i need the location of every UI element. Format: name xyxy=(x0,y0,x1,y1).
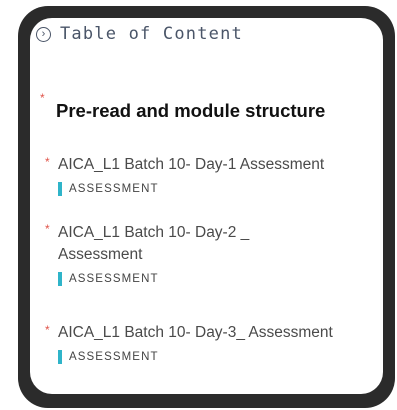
assessment-type-marker xyxy=(58,350,62,364)
required-mark: * xyxy=(45,222,50,236)
table-of-content-panel: › Table of Content * Pre-read and module… xyxy=(30,18,383,394)
module-item-title[interactable]: AICA_L1 Batch 10- Day-2 _ Assessment xyxy=(58,222,288,266)
module-item-type-label: ASSESSMENT xyxy=(69,273,159,285)
assessment-type-marker xyxy=(58,272,62,286)
toc-header: › Table of Content xyxy=(36,24,243,44)
module-item-type: ASSESSMENT xyxy=(58,350,378,364)
chevron-right-circle-icon[interactable]: › xyxy=(36,26,51,42)
module-item-day-1[interactable]: AICA_L1 Batch 10- Day-1 Assessment ASSES… xyxy=(58,154,378,196)
module-item-type: ASSESSMENT xyxy=(58,182,378,196)
module-item-type-label: ASSESSMENT xyxy=(69,351,159,363)
required-mark: * xyxy=(40,91,45,105)
module-item-day-2[interactable]: AICA_L1 Batch 10- Day-2 _ Assessment ASS… xyxy=(58,222,288,286)
toc-title: Table of Content xyxy=(60,24,243,44)
module-item-title[interactable]: AICA_L1 Batch 10- Day-1 Assessment xyxy=(58,154,378,176)
module-item-title[interactable]: AICA_L1 Batch 10- Day-3_ Assessment xyxy=(58,322,378,344)
required-mark: * xyxy=(45,323,50,337)
module-item-type: ASSESSMENT xyxy=(58,272,288,286)
assessment-type-marker xyxy=(58,182,62,196)
module-item-type-label: ASSESSMENT xyxy=(69,183,159,195)
required-mark: * xyxy=(45,155,50,169)
module-item-day-3[interactable]: AICA_L1 Batch 10- Day-3_ Assessment ASSE… xyxy=(58,322,378,364)
section-title: Pre-read and module structure xyxy=(56,100,326,121)
device-frame: › Table of Content * Pre-read and module… xyxy=(18,6,395,408)
